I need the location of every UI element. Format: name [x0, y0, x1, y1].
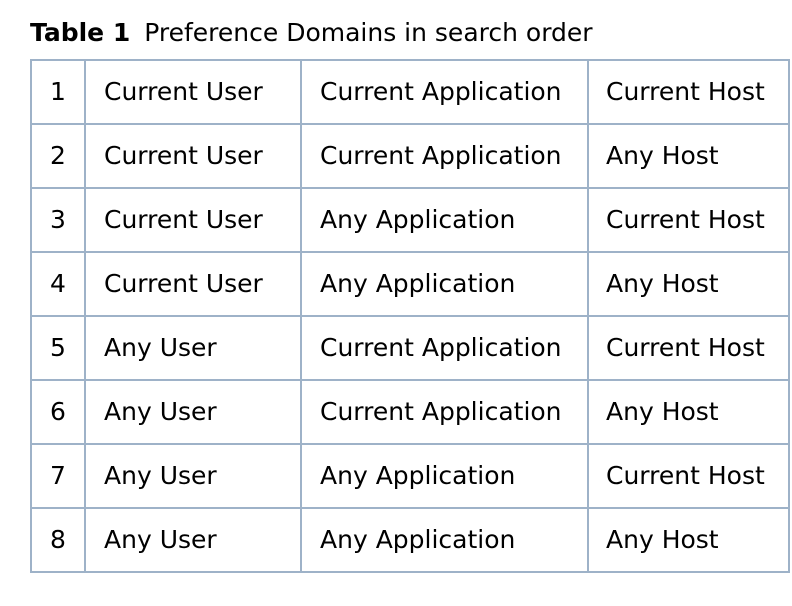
row-number-cell: 2 — [30, 123, 86, 189]
table-row: 2 Current User Current Application Any H… — [30, 123, 790, 189]
application-cell: Any Application — [300, 187, 589, 253]
row-number-cell: 1 — [30, 59, 86, 125]
application-cell: Current Application — [300, 315, 589, 381]
user-cell: Any User — [84, 507, 302, 573]
user-cell: Current User — [84, 187, 302, 253]
host-cell: Any Host — [587, 379, 790, 445]
row-number-cell: 3 — [30, 187, 86, 253]
table-row: 6 Any User Current Application Any Host — [30, 379, 790, 445]
table-caption-title: Preference Domains in search order — [144, 18, 593, 47]
host-cell: Any Host — [587, 507, 790, 573]
user-cell: Current User — [84, 59, 302, 125]
application-cell: Current Application — [300, 379, 589, 445]
table-row: 1 Current User Current Application Curre… — [30, 59, 790, 125]
application-cell: Current Application — [300, 59, 589, 125]
host-cell: Any Host — [587, 123, 790, 189]
table-row: 8 Any User Any Application Any Host — [30, 507, 790, 573]
row-number-cell: 6 — [30, 379, 86, 445]
application-cell: Any Application — [300, 443, 589, 509]
row-number-cell: 8 — [30, 507, 86, 573]
application-cell: Current Application — [300, 123, 589, 189]
host-cell: Current Host — [587, 187, 790, 253]
table-caption-label: Table 1 — [30, 18, 131, 47]
application-cell: Any Application — [300, 507, 589, 573]
table-row: 4 Current User Any Application Any Host — [30, 251, 790, 317]
host-cell: Current Host — [587, 315, 790, 381]
table-row: 5 Any User Current Application Current H… — [30, 315, 790, 381]
user-cell: Any User — [84, 379, 302, 445]
row-number-cell: 7 — [30, 443, 86, 509]
host-cell: Current Host — [587, 443, 790, 509]
application-cell: Any Application — [300, 251, 589, 317]
host-cell: Current Host — [587, 59, 790, 125]
host-cell: Any Host — [587, 251, 790, 317]
user-cell: Any User — [84, 315, 302, 381]
user-cell: Current User — [84, 123, 302, 189]
row-number-cell: 5 — [30, 315, 86, 381]
table-row: 3 Current User Any Application Current H… — [30, 187, 790, 253]
user-cell: Current User — [84, 251, 302, 317]
user-cell: Any User — [84, 443, 302, 509]
table-caption: Table 1 Preference Domains in search orde… — [30, 16, 593, 50]
preference-domains-table: 1 Current User Current Application Curre… — [30, 59, 790, 573]
row-number-cell: 4 — [30, 251, 86, 317]
table-row: 7 Any User Any Application Current Host — [30, 443, 790, 509]
